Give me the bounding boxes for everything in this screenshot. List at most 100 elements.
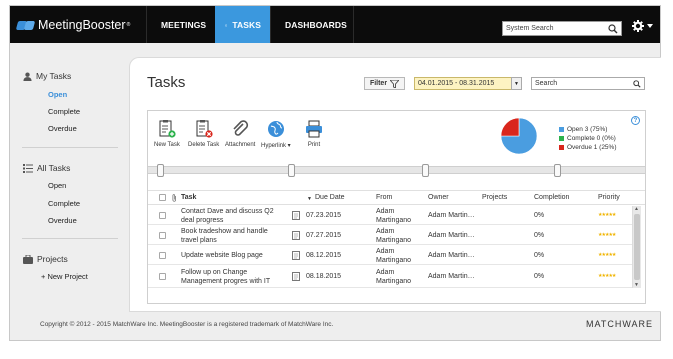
scrollbar-thumb[interactable] [634, 214, 640, 280]
row-checkbox[interactable] [159, 273, 166, 280]
scroll-up-icon[interactable]: ▲ [634, 206, 639, 212]
search-icon[interactable] [608, 24, 618, 34]
row-checkbox[interactable] [159, 252, 166, 259]
my-tasks-title: My Tasks [36, 71, 72, 81]
date-range-dropdown-button[interactable]: ▼ [511, 77, 522, 90]
legend-complete-label: Complete 0 (0%) [567, 135, 616, 142]
filter-label: Filter [369, 80, 388, 87]
tasks-panel: Tasks Filter 04.01.2015 - 08.31.2015 ▼ S… [129, 57, 661, 312]
note-icon[interactable] [292, 272, 300, 281]
completion: 0% [534, 232, 545, 239]
note-icon[interactable] [292, 211, 300, 220]
globe-icon [267, 121, 284, 137]
owner: Adam Martin… [428, 252, 475, 259]
copyright-text: Copyright © 2012 - 2015 MatchWare Inc. M… [40, 321, 334, 328]
slider-handle[interactable] [288, 164, 295, 177]
tab-dashboards[interactable]: DASHBOARDS [270, 6, 354, 44]
matchware-logo[interactable]: MATCHWARE [586, 319, 653, 329]
slider-handle[interactable] [157, 164, 164, 177]
sidebar-item-my-complete[interactable]: Complete [48, 107, 80, 116]
app-logo[interactable]: MeetingBooster ® [15, 18, 131, 32]
column-owner[interactable]: Owner [428, 194, 449, 201]
hyperlink-button[interactable]: Hyperlink ▾ [261, 119, 291, 149]
legend-open-label: Open 3 (75%) [567, 126, 608, 133]
tab-meetings[interactable]: MEETINGS [146, 6, 215, 44]
slider-handle[interactable] [422, 164, 429, 177]
tasks-workspace: New Task Delete Task Attachment Hyperlin… [147, 110, 646, 304]
legend-overdue: Overdue 1 (25%) [559, 143, 617, 152]
search-icon[interactable] [633, 80, 641, 88]
print-button[interactable]: Print [304, 119, 324, 148]
date-range-field[interactable]: 04.01.2015 - 08.31.2015 [414, 77, 522, 90]
from-user: Adam Martingano [376, 269, 412, 285]
task-name[interactable]: Book tradeshow and handle travel plans [181, 227, 268, 245]
select-all-checkbox[interactable] [159, 194, 166, 201]
due-date: 08.18.2015 [306, 273, 342, 280]
sidebar-item-all-overdue[interactable]: Overdue [48, 216, 77, 225]
new-task-button[interactable]: New Task [154, 119, 180, 148]
new-task-icon [159, 120, 176, 138]
tab-tasks-label: TASKS [232, 20, 261, 30]
row-checkbox[interactable] [159, 232, 166, 239]
all-tasks-header[interactable]: All Tasks [23, 163, 70, 173]
column-completion[interactable]: Completion [534, 194, 569, 201]
filter-button[interactable]: Filter [364, 77, 405, 90]
from-user: Adam Martingano [376, 228, 412, 244]
table-row[interactable]: Book tradeshow and handle travel plans 07… [148, 226, 632, 245]
priority-stars[interactable]: ★★★★★ [598, 212, 616, 218]
tab-tasks[interactable]: TASKS [215, 6, 270, 44]
task-search-input[interactable]: Search [531, 77, 645, 90]
system-search-input[interactable]: System Search [502, 21, 622, 36]
note-icon[interactable] [292, 251, 300, 260]
help-icon[interactable]: ? [631, 116, 640, 125]
column-projects[interactable]: Projects [482, 194, 507, 201]
priority-stars[interactable]: ★★★★★ [598, 273, 616, 279]
system-search-placeholder: System Search [506, 25, 554, 32]
row-checkbox[interactable] [159, 212, 166, 219]
column-due-date[interactable]: Due Date [315, 194, 345, 201]
attachment-button[interactable]: Attachment [225, 119, 255, 148]
slider-handle[interactable] [554, 164, 561, 177]
column-resize-bar [148, 164, 645, 177]
footer: Copyright © 2012 - 2015 MatchWare Inc. M… [19, 313, 661, 341]
tab-meetings-label: MEETINGS [161, 20, 207, 30]
column-priority[interactable]: Priority [598, 194, 620, 201]
my-tasks-header[interactable]: My Tasks [23, 71, 71, 81]
scroll-down-icon[interactable]: ▼ [634, 282, 639, 288]
delete-task-button[interactable]: Delete Task [188, 119, 219, 148]
priority-stars[interactable]: ★★★★★ [598, 232, 616, 238]
projects-header[interactable]: Projects [23, 254, 68, 264]
priority-stars[interactable]: ★★★★★ [598, 252, 616, 258]
sidebar-item-my-overdue[interactable]: Overdue [48, 124, 77, 133]
task-name[interactable]: Update website Blog page [181, 251, 263, 260]
table-row[interactable]: Update website Blog page 08.12.2015 Adam… [148, 246, 632, 265]
sort-desc-icon[interactable]: ▼ [307, 196, 312, 202]
print-label: Print [307, 142, 321, 148]
new-project-link[interactable]: + New Project [41, 272, 88, 281]
column-task[interactable]: Task [181, 194, 196, 201]
table-row[interactable]: Contact Dave and discuss Q2 deal progress… [148, 206, 632, 225]
delete-task-icon [196, 120, 213, 138]
owner: Adam Martin… [428, 232, 475, 239]
sidebar-item-all-complete[interactable]: Complete [48, 199, 80, 208]
task-name[interactable]: Follow up on Change Management progres wi… [181, 268, 270, 286]
task-name[interactable]: Contact Dave and discuss Q2 deal progress [181, 207, 274, 225]
table-row[interactable]: Follow up on Change Management progres wi… [148, 266, 632, 288]
funnel-icon [390, 79, 400, 88]
settings-menu[interactable] [632, 18, 658, 33]
registered-mark: ® [126, 22, 131, 28]
sidebar-item-my-open[interactable]: Open [48, 90, 67, 99]
sidebar-item-all-open[interactable]: Open [48, 181, 66, 190]
date-range-value: 04.01.2015 - 08.31.2015 [418, 80, 495, 87]
column-from[interactable]: From [376, 194, 392, 201]
legend-open: Open 3 (75%) [559, 125, 617, 134]
note-icon[interactable] [292, 231, 300, 240]
user-icon [23, 72, 32, 81]
logo-text: MeetingBooster [38, 18, 126, 32]
chevron-down-icon [647, 23, 653, 28]
table-scrollbar[interactable]: ▲ ▼ [632, 206, 641, 288]
due-date: 07.23.2015 [306, 212, 342, 219]
attachment-label: Attachment [225, 142, 256, 148]
owner: Adam Martin… [428, 273, 475, 280]
task-status-pie-chart [500, 117, 538, 155]
